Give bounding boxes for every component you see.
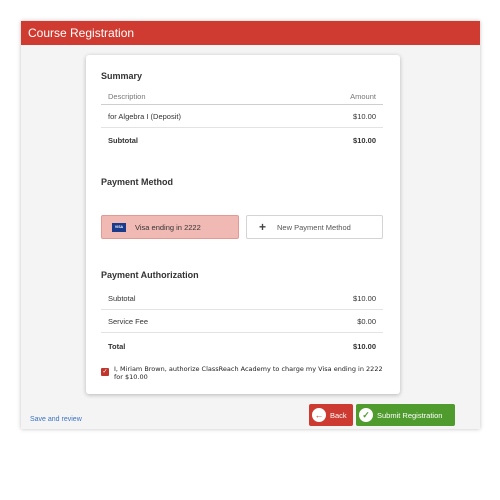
amount-column-header: Amount [350,92,376,101]
payment-authorization-title: Payment Authorization [101,270,199,280]
submit-registration-button[interactable]: ✓ Submit Registration [356,404,455,426]
auth-subtotal-amount: $10.00 [353,294,376,303]
total-label: Total [108,341,126,351]
summary-title: Summary [101,71,143,81]
total-amount: $10.00 [353,341,376,351]
service-fee-row: Service Fee $0.00 [101,311,383,333]
authorization-statement: I, Miriam Brown, authorize ClassReach Ac… [114,365,383,381]
registration-card: Summary Description Amount for Algebra I… [86,55,400,394]
arrow-left-icon: ← [312,408,326,422]
back-button-label: Back [330,410,347,420]
subtotal-amount: $10.00 [353,135,376,145]
item-amount: $10.00 [353,112,376,121]
saved-card-label: Visa ending in 2222 [135,222,201,232]
save-and-review-link[interactable]: Save and review [30,416,82,423]
window-title: Course Registration [21,21,480,45]
subtotal-label: Subtotal [108,135,138,145]
summary-header-row: Description Amount [101,89,383,105]
item-description: for Algebra I (Deposit) [108,112,181,121]
auth-subtotal-label: Subtotal [108,294,136,303]
total-row: Total $10.00 [101,335,383,357]
auth-subtotal-row: Subtotal $10.00 [101,288,383,310]
description-column-header: Description [108,92,146,101]
service-fee-label: Service Fee [108,317,149,326]
new-payment-method-button[interactable]: + New Payment Method [246,215,383,239]
submit-button-label: Submit Registration [377,410,443,420]
payment-method-title: Payment Method [101,177,174,187]
new-payment-method-label: New Payment Method [277,222,351,232]
summary-item-row: for Algebra I (Deposit) $10.00 [101,106,383,128]
summary-subtotal-row: Subtotal $10.00 [101,129,383,151]
checkmark-icon: ✓ [359,408,373,422]
back-button[interactable]: ← Back [309,404,353,426]
plus-icon: + [259,220,267,234]
authorize-checkbox[interactable]: ✓ [101,368,109,376]
visa-card-icon: VISA [112,222,126,232]
service-fee-amount: $0.00 [357,317,376,326]
registration-window: Course Registration Summary Description … [21,21,480,429]
saved-card-option[interactable]: VISA Visa ending in 2222 [101,215,239,239]
